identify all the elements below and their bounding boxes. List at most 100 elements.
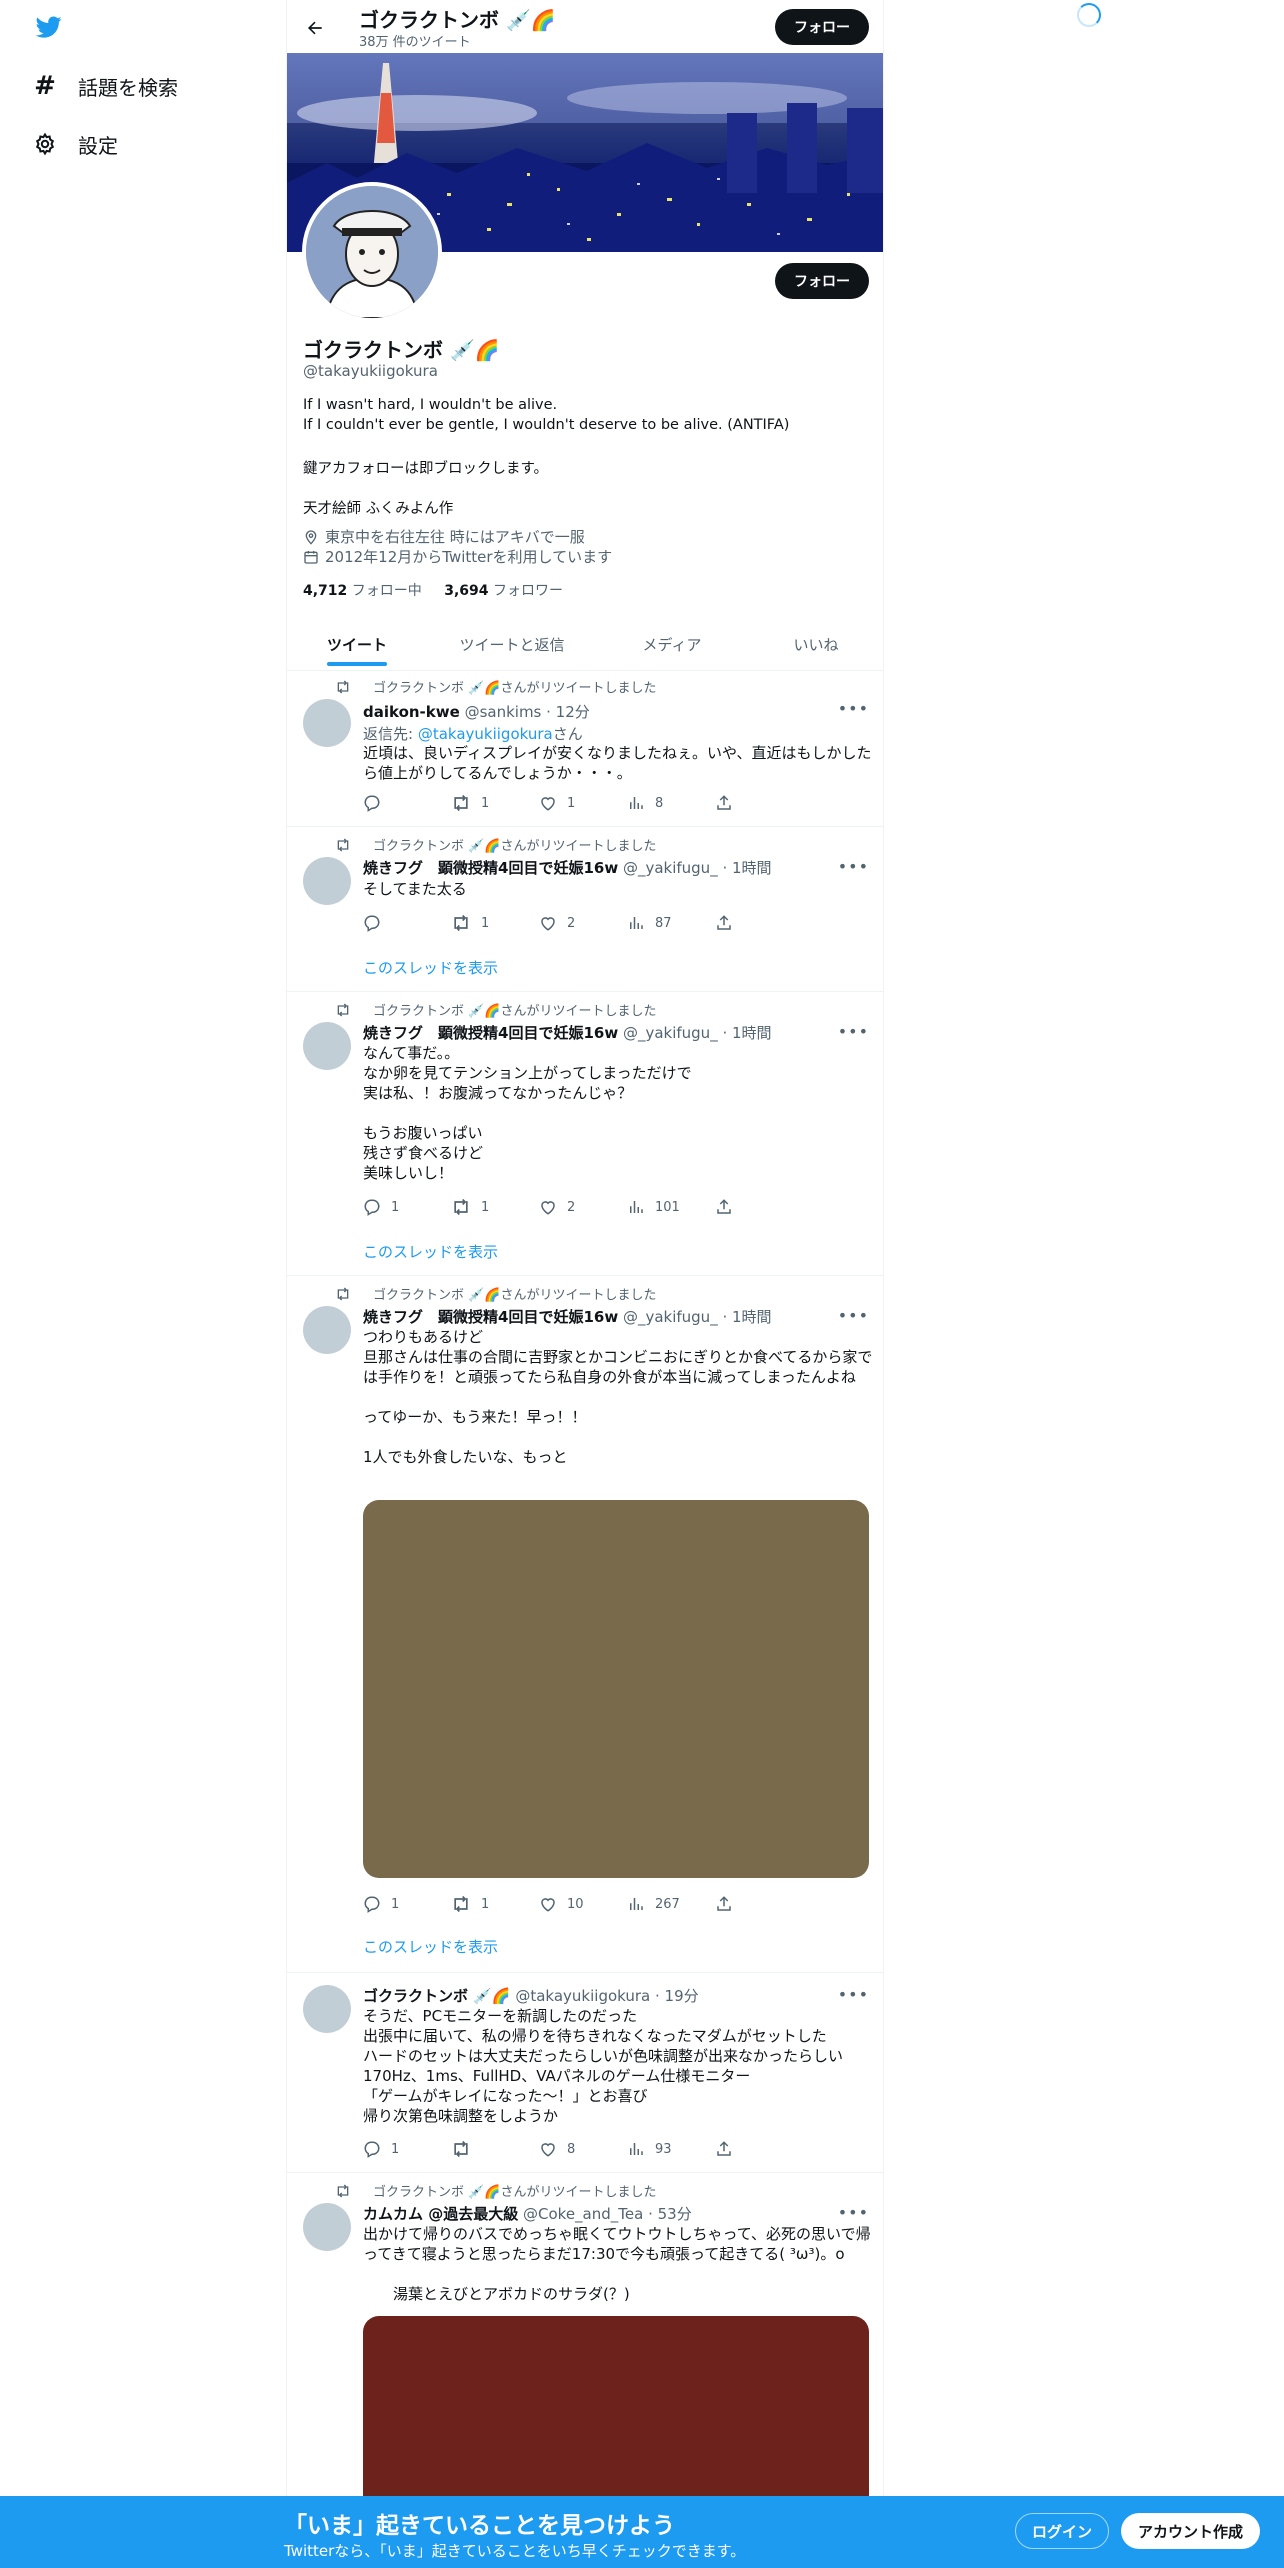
- reply-handle-link[interactable]: @takayukiigokura: [418, 725, 553, 743]
- share-button[interactable]: [715, 1894, 803, 1914]
- tweet-text: つわりもあるけど 旦那さんは仕事の合間に吉野家とかコンビニおにぎりとか食べてるか…: [363, 1328, 873, 1466]
- reply-count: 1: [391, 2141, 400, 2157]
- hashtag-icon: #: [34, 71, 56, 101]
- views-button[interactable]: 101: [627, 1197, 715, 1217]
- more-options-icon[interactable]: •••: [838, 1022, 869, 1041]
- tweet-media-image[interactable]: [363, 1500, 869, 1878]
- tweet-text: 近頃は、良いディスプレイが安くなりましたねぇ。いや、直近はもしかしたら値上がりし…: [363, 744, 872, 782]
- location-pin-icon: [305, 529, 317, 545]
- tweet-author-name[interactable]: daikon-kwe: [363, 703, 460, 721]
- tweet-author-name[interactable]: ゴクラクトンボ 💉🌈: [363, 1987, 511, 2005]
- tweet-header: 焼きフグ 顕微授精4回目で妊娠16w @_yakifugu_ · 1時間: [363, 1306, 772, 1327]
- followers-link[interactable]: 3,694 フォロワー: [444, 583, 563, 599]
- profile-bio-line: 鍵アカフォローは即ブロックします。: [303, 461, 549, 477]
- tweet-actions: 1 1 10 267: [363, 1894, 803, 1914]
- show-thread-link[interactable]: このスレッドを表示: [363, 1936, 498, 1957]
- retweet-button[interactable]: [451, 2139, 539, 2159]
- more-options-icon[interactable]: •••: [838, 1985, 869, 2004]
- show-thread-link[interactable]: このスレッドを表示: [363, 957, 498, 978]
- tab-likes[interactable]: いいね: [747, 618, 883, 671]
- retweet-context: ゴクラクトンボ 💉🌈さんがリツイートしました: [335, 677, 657, 696]
- more-options-icon[interactable]: •••: [838, 699, 869, 718]
- tweet[interactable]: ゴクラクトンボ 💉🌈さんがリツイートしました daikon-kwe @sanki…: [287, 671, 883, 827]
- signup-prompt-subtitle: Twitterなら、「いま」起きていることをいち早くチェックできます。: [284, 2542, 746, 2560]
- tweet[interactable]: ゴクラクトンボ 💉🌈さんがリツイートしました 焼きフグ 顕微授精4回目で妊娠16…: [287, 1276, 883, 1973]
- retweet-button[interactable]: 1: [451, 1197, 539, 1217]
- nav-explore[interactable]: # 話題を検索: [30, 66, 178, 106]
- tweet-header: ゴクラクトンボ 💉🌈 @takayukiigokura · 19分: [363, 1985, 699, 2006]
- retweet-icon: [454, 1895, 468, 1913]
- share-button[interactable]: [715, 1197, 803, 1217]
- retweet-button[interactable]: 1: [451, 1894, 539, 1914]
- reply-button[interactable]: 1: [363, 1894, 451, 1914]
- avatar[interactable]: [303, 2203, 351, 2251]
- like-button[interactable]: 1: [539, 793, 627, 813]
- reply-button[interactable]: [363, 793, 451, 813]
- tweet-author-name[interactable]: 焼きフグ 顕微授精4回目で妊娠16w: [363, 859, 618, 877]
- following-link[interactable]: 4,712 フォロー中: [303, 583, 422, 599]
- header-follow-button[interactable]: フォロー: [775, 9, 869, 45]
- tab-media[interactable]: メディア: [597, 618, 747, 671]
- share-icon: [717, 915, 731, 930]
- retweet-icon: [454, 914, 468, 932]
- profile-handle: @takayukiigokura: [303, 362, 438, 380]
- like-button[interactable]: 2: [539, 1197, 627, 1217]
- reply-prefix: 返信先:: [363, 725, 418, 743]
- tweet-header: 焼きフグ 顕微授精4回目で妊娠16w @_yakifugu_ · 1時間: [363, 857, 772, 878]
- like-button[interactable]: 10: [539, 1894, 627, 1914]
- views-button[interactable]: 93: [627, 2139, 715, 2159]
- nav-settings[interactable]: 設定: [30, 124, 118, 164]
- signup-button[interactable]: アカウント作成: [1121, 2513, 1260, 2549]
- show-thread-link[interactable]: このスレッドを表示: [363, 1241, 498, 1262]
- retweet-icon: [454, 2140, 468, 2158]
- retweet-context-label: ゴクラクトンボ 💉🌈さんがリツイートしました: [373, 681, 657, 696]
- views-button[interactable]: 267: [627, 1894, 715, 1914]
- tweet-author-name[interactable]: 焼きフグ 顕微授精4回目で妊娠16w: [363, 1308, 618, 1326]
- back-arrow-icon[interactable]: [299, 12, 331, 44]
- tweet-actions: 1 1 8: [363, 793, 803, 813]
- share-button[interactable]: [715, 913, 803, 933]
- twitter-logo-icon[interactable]: [34, 14, 64, 40]
- avatar[interactable]: [303, 699, 351, 747]
- tweet[interactable]: ゴクラクトンボ 💉🌈さんがリツイートしました 焼きフグ 顕微授精4回目で妊娠16…: [287, 992, 883, 1276]
- share-button[interactable]: [715, 793, 803, 813]
- tab-tweets-and-replies[interactable]: ツイートと返信: [427, 618, 597, 671]
- retweet-button[interactable]: 1: [451, 793, 539, 813]
- retweet-context-label: ゴクラクトンボ 💉🌈さんがリツイートしました: [373, 839, 657, 854]
- login-button[interactable]: ログイン: [1015, 2513, 1109, 2549]
- more-options-icon[interactable]: •••: [838, 857, 869, 876]
- tweet-author-name[interactable]: 焼きフグ 顕微授精4回目で妊娠16w: [363, 1024, 618, 1042]
- tweet-author-name[interactable]: カムカム @過去最大級: [363, 2205, 518, 2223]
- reply-button[interactable]: [363, 913, 451, 933]
- like-button[interactable]: 2: [539, 913, 627, 933]
- reply-icon: [364, 915, 380, 932]
- avatar[interactable]: [303, 1985, 351, 2033]
- reply-button[interactable]: 1: [363, 1197, 451, 1217]
- more-options-icon[interactable]: •••: [838, 1306, 869, 1325]
- avatar[interactable]: [303, 1306, 351, 1354]
- reply-button[interactable]: 1: [363, 2139, 451, 2159]
- profile-header-bar: ゴクラクトンボ 💉🌈 38万 件のツイート フォロー: [287, 0, 883, 53]
- retweet-button[interactable]: 1: [451, 913, 539, 933]
- tweet[interactable]: ゴクラクトンボ 💉🌈さんがリツイートしました 焼きフグ 顕微授精4回目で妊娠16…: [287, 827, 883, 992]
- share-button[interactable]: [715, 2139, 803, 2159]
- avatar[interactable]: [303, 857, 351, 905]
- view-count: 8: [655, 795, 664, 811]
- views-chart-icon: [630, 2143, 643, 2155]
- tweet-text: そうだ、PCモニターを新調したのだった 出張中に届いて、私の帰りを待ちきれなくな…: [363, 2007, 844, 2125]
- profile-avatar[interactable]: [302, 182, 442, 322]
- views-button[interactable]: 8: [627, 793, 715, 813]
- retweet-count: 1: [481, 915, 490, 931]
- profile-joined: 2012年12月からTwitterを利用しています: [303, 546, 612, 567]
- retweet-small-icon: [337, 838, 349, 851]
- like-button[interactable]: 8: [539, 2139, 627, 2159]
- views-button[interactable]: 87: [627, 913, 715, 933]
- profile-column: ゴクラクトンボ 💉🌈 38万 件のツイート フォロー フォロー ゴクラクトンボ …: [286, 0, 884, 2568]
- tweet-text: そしてまた太る: [363, 880, 467, 898]
- heart-icon: [541, 2143, 555, 2157]
- profile-follow-button[interactable]: フォロー: [775, 263, 869, 299]
- following-label: フォロー中: [351, 583, 422, 599]
- more-options-icon[interactable]: •••: [838, 2203, 869, 2222]
- avatar[interactable]: [303, 1022, 351, 1070]
- tweet[interactable]: ゴクラクトンボ 💉🌈 @takayukiigokura · 19分 ••• そう…: [287, 1973, 883, 2173]
